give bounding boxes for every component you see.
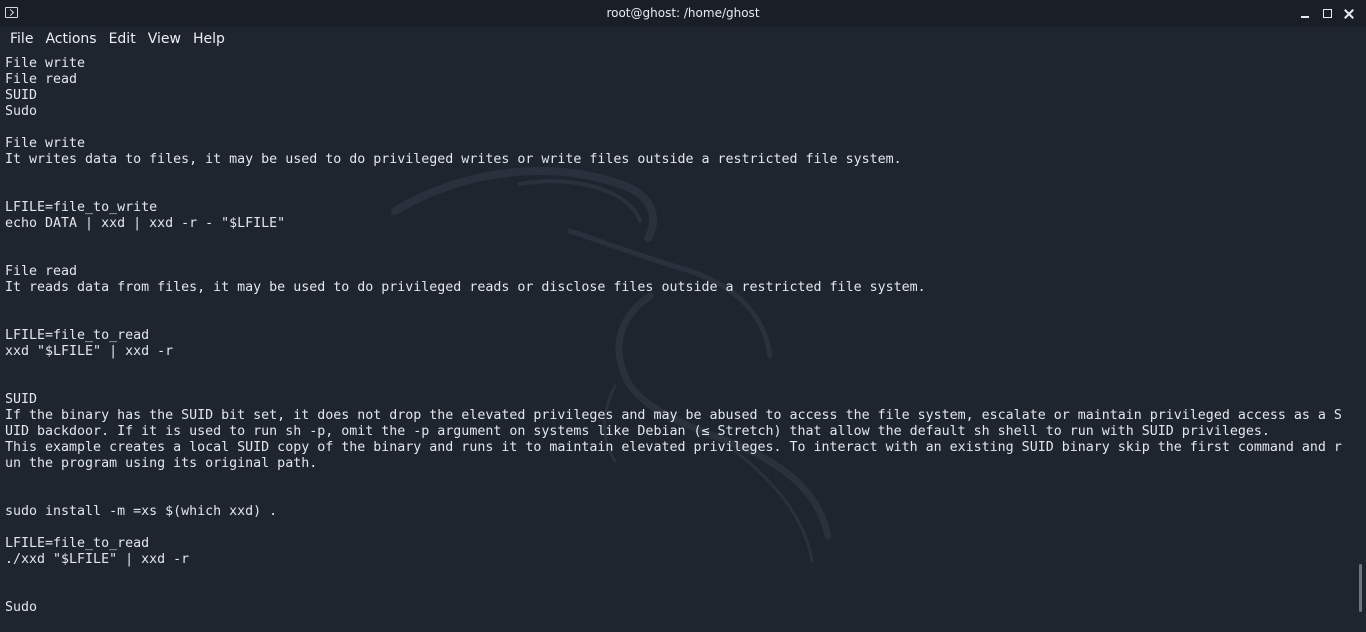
terminal-line: File read (5, 72, 78, 87)
minimize-button[interactable] (1294, 0, 1316, 27)
window-controls (1294, 0, 1360, 27)
close-button[interactable] (1338, 0, 1360, 27)
terminal-line: If the binary has the SUID bit set, it d… (5, 408, 1342, 423)
terminal-line: Sudo (5, 600, 38, 615)
terminal-window: root@ghost: /home/ghost File Actions Edi… (0, 0, 1366, 632)
terminal-output[interactable]: File write File read SUID Sudo File write It … (0, 56, 1352, 632)
close-icon (1344, 9, 1354, 19)
terminal-line: File write (5, 56, 86, 71)
terminal-line: This example creates a local SUID copy o… (5, 440, 1342, 455)
menu-help[interactable]: Help (187, 27, 231, 52)
terminal-line: File read (5, 264, 78, 279)
terminal-line: UID backdoor. If it is used to run sh -p… (5, 424, 1270, 439)
terminal-line: LFILE=file_to_write (5, 200, 158, 215)
menu-view[interactable]: View (142, 27, 187, 52)
terminal-line: File write (5, 136, 86, 151)
terminal-line: xxd "$LFILE" | xxd -r (5, 344, 174, 359)
terminal-text: File write File read SUID Sudo File write It … (5, 56, 1342, 616)
scrollbar[interactable] (1352, 52, 1366, 632)
window-title: root@ghost: /home/ghost (606, 6, 760, 20)
maximize-icon (1322, 9, 1332, 18)
terminal-line: It reads data from files, it may be used… (5, 280, 926, 295)
minimize-icon (1301, 16, 1309, 18)
menu-edit[interactable]: Edit (103, 27, 142, 52)
terminal-line: un the program using its original path. (5, 456, 318, 471)
menu-file[interactable]: File (0, 27, 39, 52)
terminal-line: Sudo (5, 104, 38, 119)
terminal-line: SUID (5, 88, 38, 103)
menu-bar: File Actions Edit View Help (0, 27, 1366, 52)
terminal-line: echo DATA | xxd | xxd -r - "$LFILE" (5, 216, 286, 231)
terminal-line: ./xxd "$LFILE" | xxd -r (5, 552, 190, 567)
terminal-line: It writes data to files, it may be used … (5, 152, 902, 167)
terminal-line: sudo install -m =xs $(which xxd) . (5, 504, 278, 519)
terminal-line: SUID (5, 392, 38, 407)
title-bar[interactable]: root@ghost: /home/ghost (0, 0, 1366, 27)
menu-actions[interactable]: Actions (39, 27, 102, 52)
maximize-button[interactable] (1316, 0, 1338, 27)
terminal-line: LFILE=file_to_read (5, 328, 150, 343)
scrollbar-thumb[interactable] (1359, 564, 1362, 612)
terminal-line: LFILE=file_to_read (5, 536, 150, 551)
